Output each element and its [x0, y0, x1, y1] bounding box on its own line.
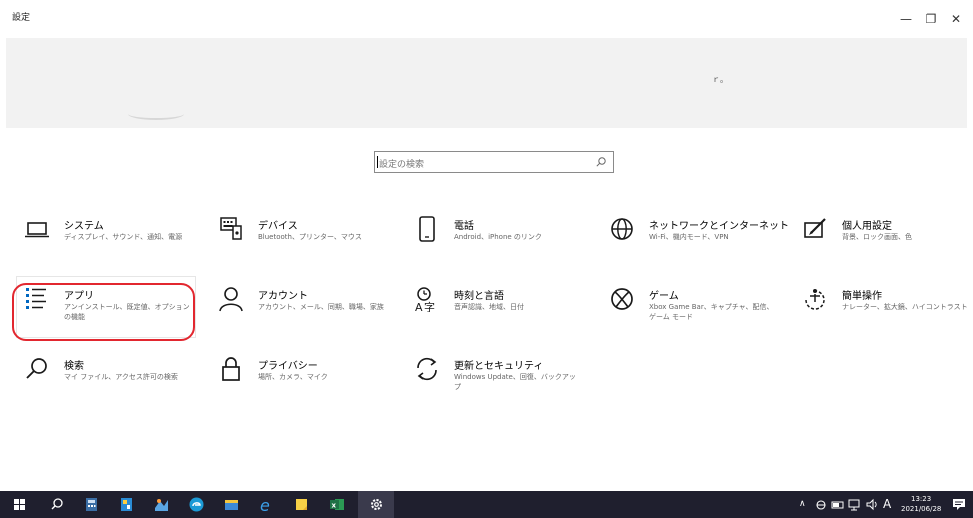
tile-system[interactable]: システム ディスプレイ、サウンド、通知、電源 — [24, 214, 204, 274]
search-input[interactable]: 設定の検索 — [379, 157, 424, 170]
close-icon: ✕ — [950, 12, 962, 26]
settings-gear-icon — [371, 499, 382, 510]
text-caret — [377, 156, 378, 168]
tile-gaming[interactable]: ゲーム Xbox Game Bar、キャプチャ、配信、ゲーム モード — [609, 284, 784, 344]
network-icon[interactable] — [848, 495, 862, 514]
svg-text:字: 字 — [424, 300, 435, 312]
onedrive-icon[interactable] — [814, 495, 828, 514]
sync-icon — [417, 357, 437, 381]
taskbar: e x ∧ A 13:23 2021/06/28 — [0, 491, 973, 518]
tile-time-language[interactable]: A 字 時刻と言語 音声認識、地域、日付 — [414, 284, 594, 344]
tile-description: Android、iPhone のリンク — [454, 233, 542, 241]
svg-text:e: e — [260, 496, 270, 514]
notification-center-icon[interactable] — [951, 495, 967, 514]
tile-description: Bluetooth、プリンター、マウス — [258, 233, 362, 241]
tile-description: Xbox Game Bar、キャプチャ、配信、ゲーム モード — [649, 303, 774, 321]
tile-description: ナレーター、拡大鏡、ハイコントラスト — [842, 303, 968, 311]
apps-list-icon — [26, 288, 46, 309]
tile-name: デバイス — [258, 221, 298, 232]
time-language-icon: A 字 — [415, 287, 435, 312]
active-app-slot[interactable] — [358, 491, 394, 518]
taskbar-search-icon[interactable] — [48, 495, 67, 514]
tile-name: 個人用設定 — [842, 221, 892, 232]
excel-app-icon[interactable]: x — [327, 495, 346, 514]
tile-name: 時刻と言語 — [454, 291, 504, 302]
tile-name: ネットワークとインターネット — [649, 221, 789, 232]
tile-network[interactable]: ネットワークとインターネット Wi-Fi、機内モード、VPN — [609, 214, 799, 274]
tile-ease-of-access[interactable]: 簡単操作 ナレーター、拡大鏡、ハイコントラスト — [802, 284, 968, 344]
svg-text:A: A — [415, 301, 423, 312]
maximize-button[interactable]: ❐ — [920, 8, 942, 30]
minimize-button[interactable]: — — [895, 8, 917, 30]
volume-icon[interactable] — [865, 495, 879, 514]
tile-description: マイ ファイル、アクセス許可の検索 — [64, 373, 178, 381]
tile-personalization[interactable]: 個人用設定 背景、ロック画面、色 — [802, 214, 967, 274]
ie-browser-icon[interactable]: e — [257, 495, 276, 514]
tile-devices[interactable]: デバイス Bluetooth、プリンター、マウス — [218, 214, 398, 274]
tile-description: アカウント、メール、同期、職場、家族 — [258, 303, 384, 311]
ime-indicator[interactable]: A — [883, 497, 891, 511]
clock-time[interactable]: 13:23 — [911, 495, 931, 503]
keyboard-icon — [220, 217, 242, 240]
app-window-icon[interactable] — [117, 495, 136, 514]
tile-description: 場所、カメラ、マイク — [258, 373, 328, 381]
tile-description: アンインストール、既定値、オプションの機能 — [64, 303, 190, 321]
phone-icon — [419, 216, 435, 242]
tile-privacy[interactable]: プライバシー 場所、カメラ、マイク — [218, 354, 398, 414]
person-icon — [219, 287, 243, 312]
banner-text: ｒ。 — [712, 75, 728, 84]
calculator-app-icon[interactable] — [82, 495, 101, 514]
title-bar: 設定 — ❐ ✕ — [0, 0, 973, 38]
tile-name: ゲーム — [649, 291, 679, 302]
globe-icon — [611, 218, 633, 240]
ease-of-access-icon — [805, 289, 825, 310]
window-title: 設定 — [12, 13, 31, 23]
tile-name: 更新とセキュリティ — [454, 361, 544, 372]
search-icon[interactable] — [595, 156, 607, 168]
tile-update-security[interactable]: 更新とセキュリティ Windows Update、回復、バックアップ — [414, 354, 594, 414]
photo-app-icon[interactable] — [152, 495, 171, 514]
chevron-up-icon[interactable]: ∧ — [799, 499, 806, 509]
svg-text:x: x — [332, 502, 337, 510]
close-button[interactable]: ✕ — [945, 8, 967, 30]
sticky-notes-icon[interactable] — [292, 495, 311, 514]
tile-name: 検索 — [64, 361, 84, 372]
battery-icon[interactable] — [831, 495, 845, 514]
edge-browser-icon[interactable] — [187, 495, 206, 514]
tile-accounts[interactable]: アカウント アカウント、メール、同期、職場、家族 — [218, 284, 398, 344]
tile-phone[interactable]: 電話 Android、iPhone のリンク — [414, 214, 594, 274]
tile-name: システム — [64, 221, 104, 232]
tile-description: 背景、ロック画面、色 — [842, 233, 912, 241]
file-explorer-icon[interactable] — [222, 495, 241, 514]
tile-description: 音声認識、地域、日付 — [454, 303, 524, 311]
laptop-icon — [25, 222, 49, 238]
tile-name: アカウント — [258, 291, 308, 302]
search-icon — [26, 358, 47, 379]
banner-decoration — [128, 108, 184, 120]
settings-search-box[interactable]: 設定の検索 — [374, 151, 614, 173]
tile-search[interactable]: 検索 マイ ファイル、アクセス許可の検索 — [24, 354, 204, 414]
tile-description: Windows Update、回復、バックアップ — [454, 373, 576, 391]
tile-apps[interactable]: アプリ アンインストール、既定値、オプションの機能 — [24, 284, 199, 344]
tile-description: Wi-Fi、機内モード、VPN — [649, 233, 729, 241]
lock-icon — [222, 357, 240, 381]
minimize-icon: — — [900, 12, 912, 26]
xbox-icon — [611, 288, 633, 310]
tile-description: ディスプレイ、サウンド、通知、電源 — [64, 233, 183, 241]
tile-name: 簡単操作 — [842, 291, 882, 302]
tile-name: プライバシー — [258, 361, 318, 372]
pen-tablet-icon — [804, 218, 826, 238]
restore-icon: ❐ — [925, 12, 937, 26]
tile-name: 電話 — [454, 221, 474, 232]
windows-start-icon[interactable] — [10, 495, 29, 514]
tile-name: アプリ — [64, 291, 94, 302]
clock-date[interactable]: 2021/06/28 — [901, 505, 941, 513]
